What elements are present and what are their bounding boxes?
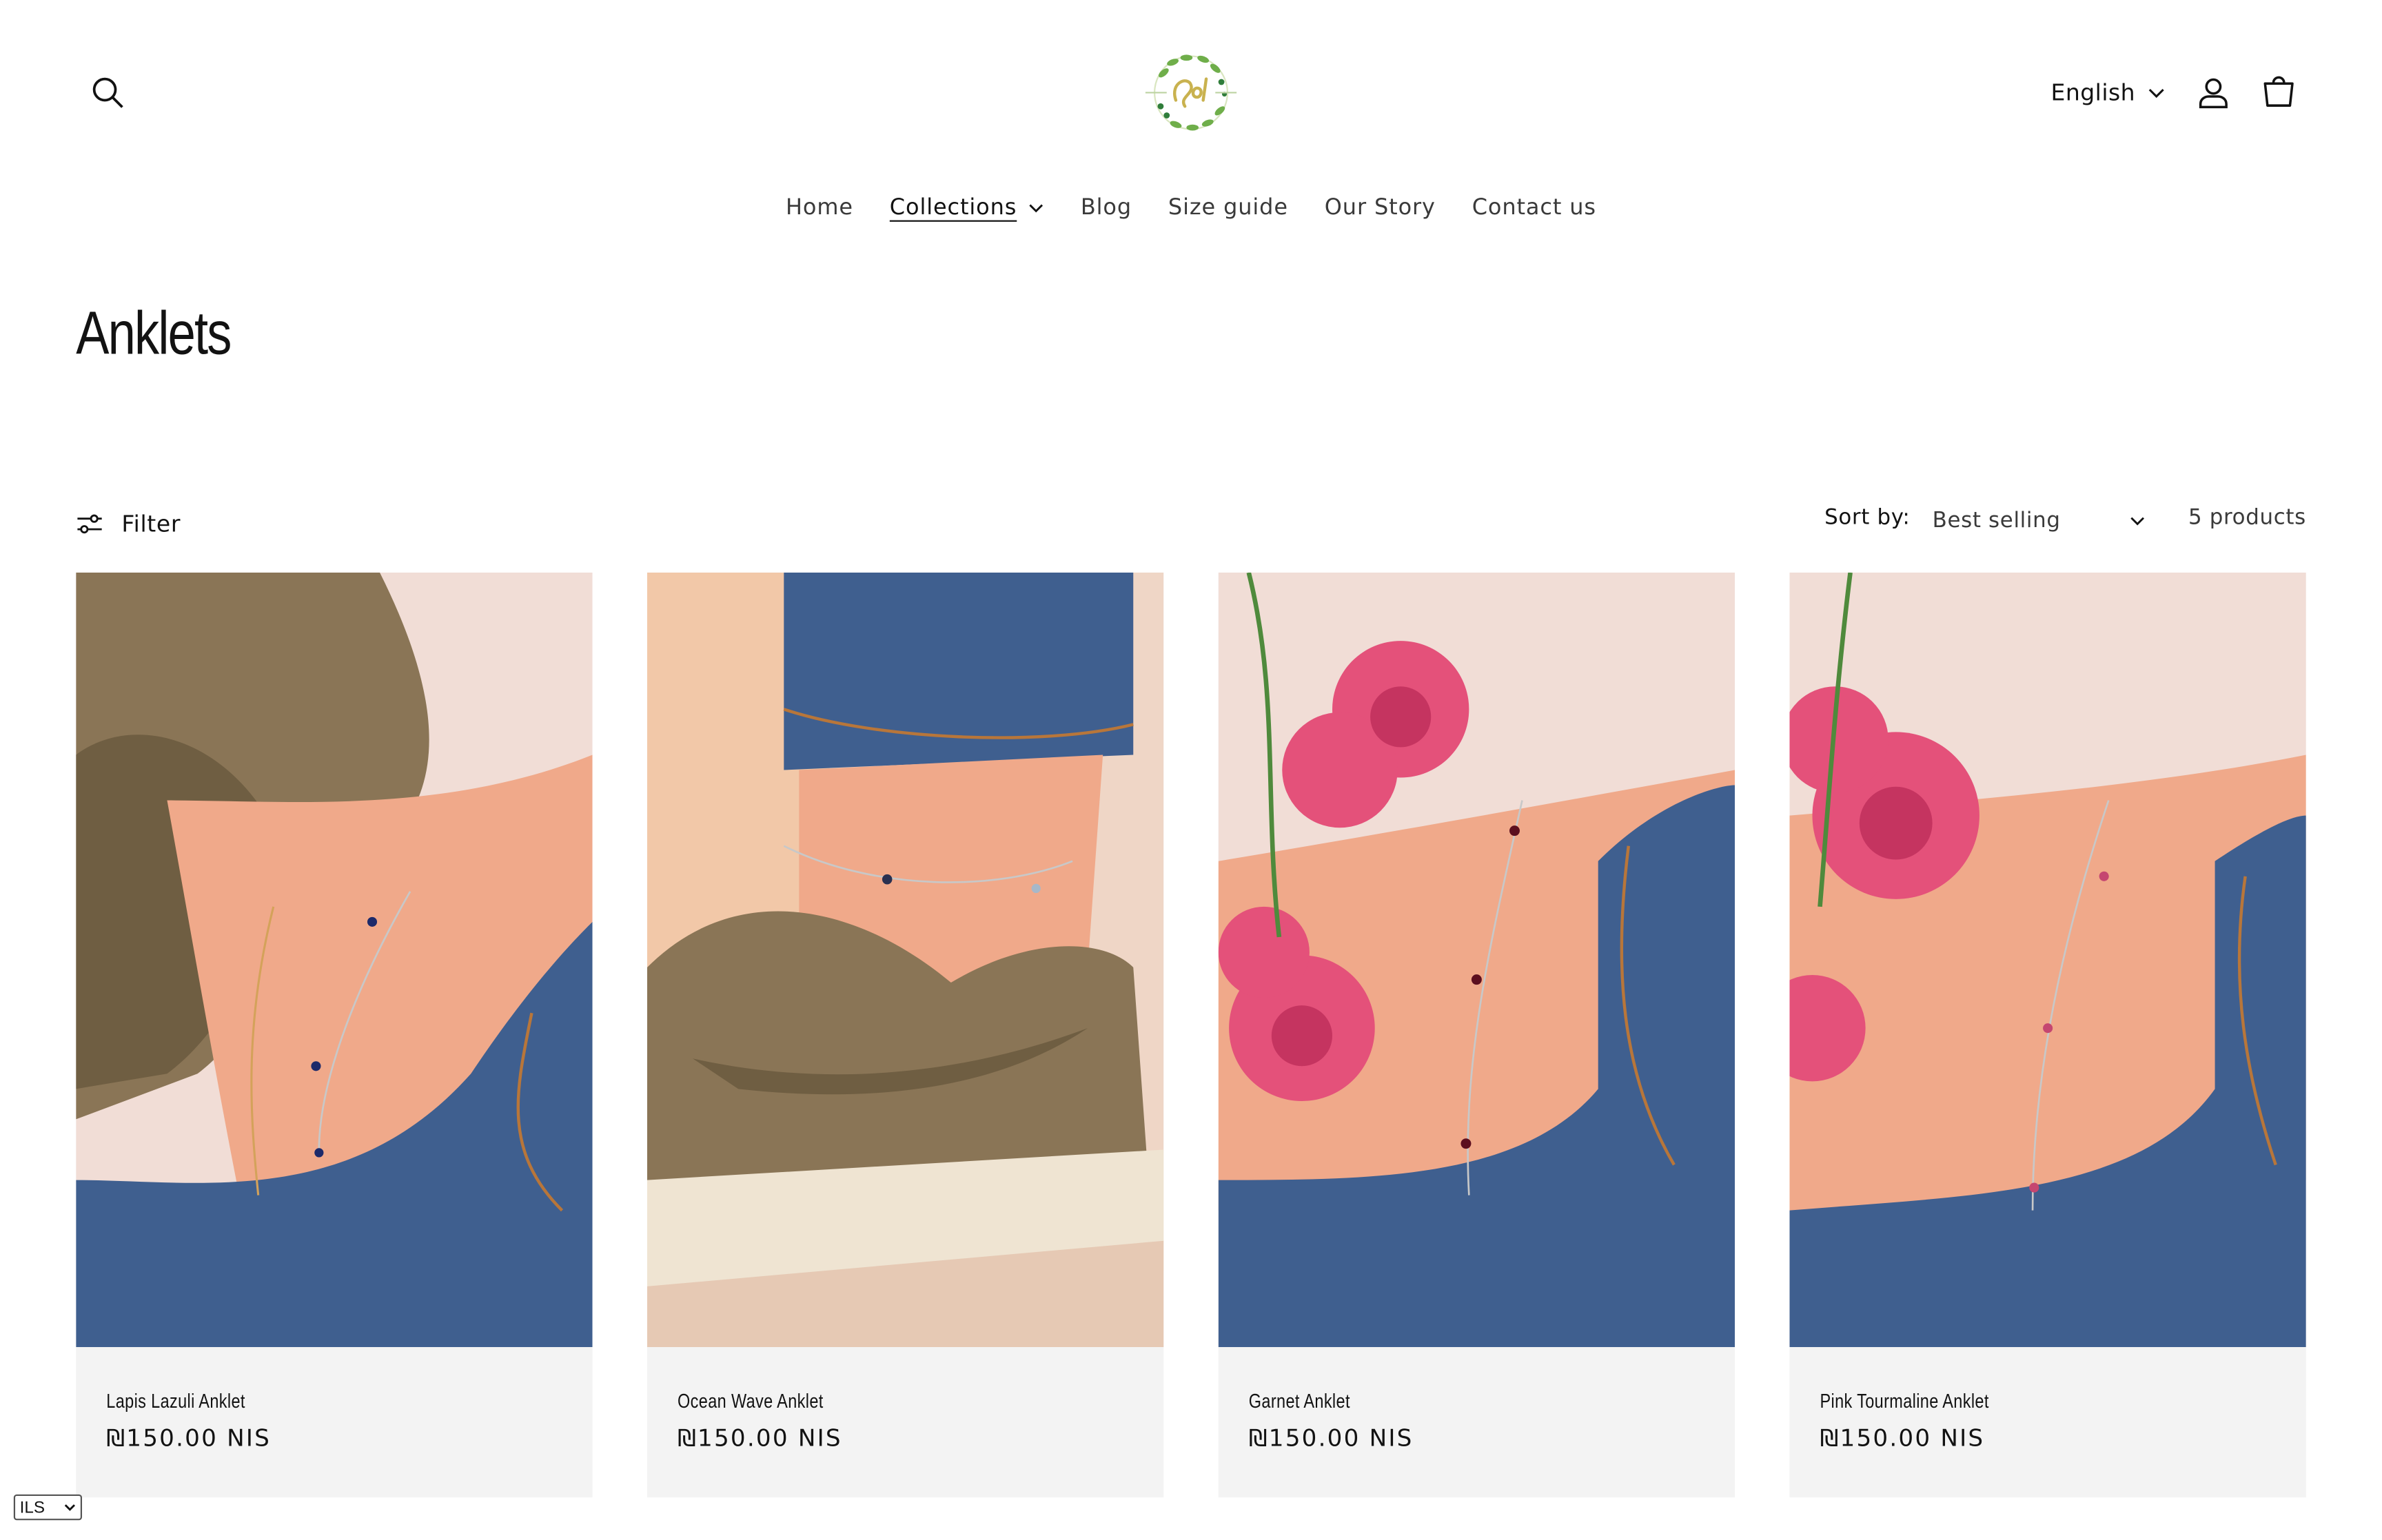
- language-selector[interactable]: English: [2051, 73, 2164, 112]
- product-card[interactable]: Ocean Wave Anklet ₪150.00 NIS: [647, 572, 1164, 1498]
- product-price: ₪150.00 NIS: [106, 1424, 272, 1452]
- nav-item-label: Collections: [889, 196, 1017, 220]
- product-card[interactable]: Pink Tourmaline Anklet ₪150.00 NIS: [1789, 572, 2306, 1498]
- filter-label: Filter: [121, 510, 181, 538]
- product-count: 5 products: [2188, 505, 2306, 531]
- product-price: ₪150.00 NIS: [1820, 1424, 1985, 1452]
- nav-item-collections[interactable]: Collections: [890, 196, 1044, 220]
- product-price: ₪150.00 NIS: [1248, 1424, 1414, 1452]
- product-card[interactable]: Lapis Lazuli Anklet ₪150.00 NIS: [76, 572, 593, 1498]
- product-title[interactable]: Lapis Lazuli Anklet: [106, 1390, 245, 1413]
- nav-item-blog[interactable]: Blog: [1081, 196, 1132, 220]
- product-image[interactable]: [1789, 572, 2306, 1348]
- product-title[interactable]: Garnet Anklet: [1249, 1390, 1350, 1413]
- page: English Home Collections Blog Size guide…: [0, 0, 2382, 1540]
- sort-select-value: Best selling: [1932, 509, 2061, 533]
- user-icon: [2199, 78, 2228, 109]
- chevron-down-icon: [2130, 517, 2144, 526]
- cart-icon: [2263, 76, 2294, 107]
- page-title: Anklets: [76, 300, 232, 368]
- sort-select[interactable]: Best selling: [1917, 501, 2155, 540]
- product-grid: Lapis Lazuli Anklet ₪150.00 NIS Ocean Wa…: [76, 572, 2308, 1498]
- filter-button[interactable]: Filter: [76, 506, 181, 542]
- search-icon: [92, 77, 123, 108]
- product-photo-ocean-wave: [647, 572, 1164, 1348]
- language-label: English: [2050, 79, 2136, 107]
- product-image[interactable]: [76, 572, 593, 1348]
- product-info: Lapis Lazuli Anklet ₪150.00 NIS: [76, 1347, 592, 1497]
- product-info: Ocean Wave Anklet ₪150.00 NIS: [647, 1347, 1163, 1497]
- sort-by-label: Sort by:: [1824, 505, 1911, 531]
- currency-value: ILS: [19, 1498, 45, 1517]
- product-card[interactable]: Garnet Anklet ₪150.00 NIS: [1218, 572, 1735, 1498]
- product-photo-lapis-lazuli: [76, 572, 593, 1348]
- cart-button[interactable]: [2256, 70, 2301, 115]
- nav-item-label: Home: [786, 196, 853, 220]
- store-logo[interactable]: [1137, 43, 1246, 143]
- product-price: ₪150.00 NIS: [678, 1424, 842, 1452]
- product-title[interactable]: Pink Tourmaline Anklet: [1820, 1390, 1989, 1413]
- product-image[interactable]: [647, 572, 1164, 1348]
- account-button[interactable]: [2190, 70, 2236, 115]
- product-image[interactable]: [1218, 572, 1735, 1348]
- chevron-down-icon: [64, 1504, 76, 1511]
- nav-item-contact-us[interactable]: Contact us: [1472, 196, 1596, 220]
- currency-select[interactable]: ILS: [13, 1494, 83, 1521]
- product-title[interactable]: Ocean Wave Anklet: [678, 1390, 824, 1413]
- main-navigation: Home Collections Blog Size guide Our Sto…: [0, 188, 2382, 227]
- nav-item-our-story[interactable]: Our Story: [1325, 196, 1436, 220]
- product-info: Pink Tourmaline Anklet ₪150.00 NIS: [1789, 1347, 2305, 1497]
- nav-item-label: Blog: [1080, 196, 1132, 220]
- search-button[interactable]: [85, 70, 130, 115]
- filter-sliders-icon: [77, 514, 102, 534]
- nav-item-home[interactable]: Home: [786, 196, 853, 220]
- product-info: Garnet Anklet ₪150.00 NIS: [1219, 1347, 1735, 1497]
- nav-item-label: Size guide: [1168, 196, 1288, 220]
- nav-item-label: Our Story: [1324, 196, 1436, 220]
- nav-item-size-guide[interactable]: Size guide: [1168, 196, 1288, 220]
- chevron-down-icon: [1030, 204, 1044, 213]
- nav-item-label: Contact us: [1472, 196, 1596, 220]
- product-photo-pink-tourmaline: [1789, 572, 2306, 1348]
- logo-image: [1145, 54, 1237, 131]
- product-photo-garnet: [1218, 572, 1735, 1348]
- chevron-down-icon: [2148, 88, 2164, 98]
